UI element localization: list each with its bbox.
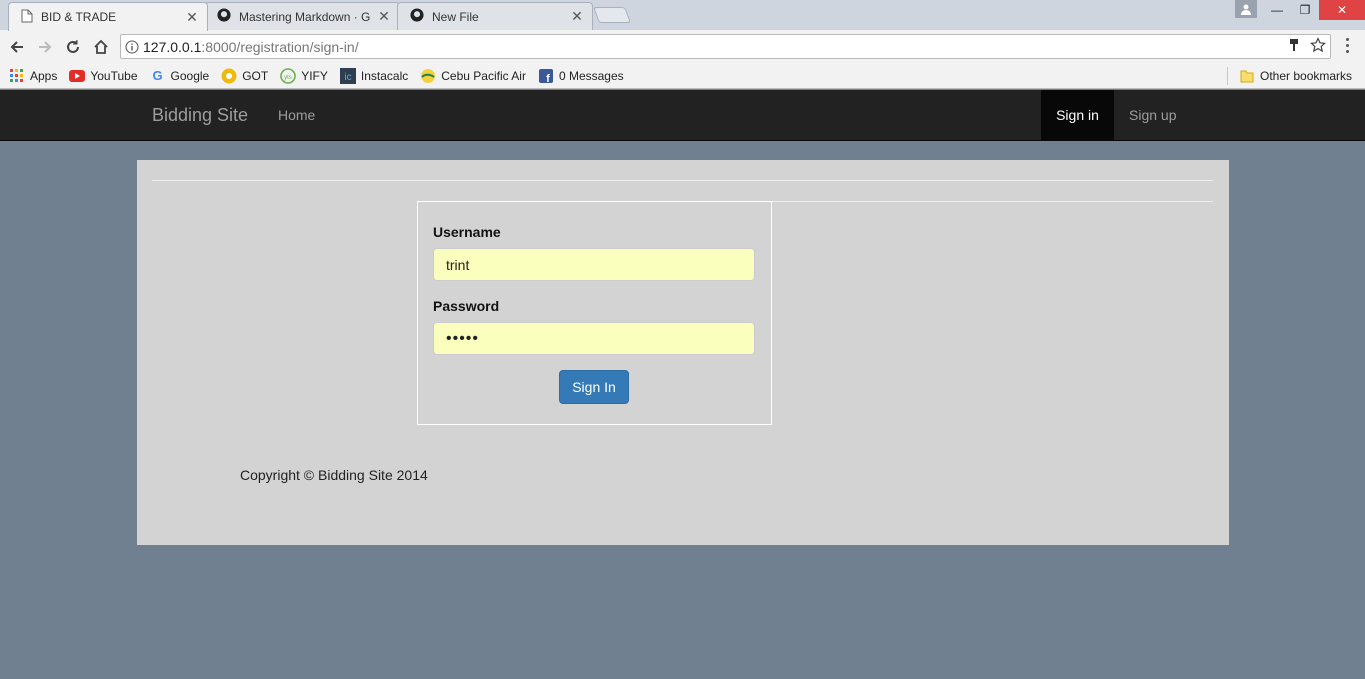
restore-icon[interactable]: ❐	[1291, 0, 1319, 20]
browser-tab-strip: BID & TRADE ✕ Mastering Markdown · G ✕ N…	[0, 0, 1365, 31]
svg-text:yts: yts	[284, 75, 292, 81]
tab-title: BID & TRADE	[41, 10, 117, 24]
star-bookmark-icon[interactable]	[1310, 37, 1326, 56]
browser-tab-active[interactable]: BID & TRADE ✕	[8, 2, 208, 31]
bookmark-facebook[interactable]: f 0 Messages	[538, 68, 624, 84]
profile-icon[interactable]	[1235, 0, 1257, 18]
tab-title: New File	[432, 9, 479, 24]
svg-text:f: f	[546, 73, 550, 83]
apps-grid-icon	[9, 68, 25, 84]
github-icon	[217, 8, 231, 25]
sign-in-form: Username Password Sign In	[417, 201, 772, 425]
url-text: 127.0.0.1:8000/registration/sign-in/	[143, 38, 359, 55]
close-tab-icon[interactable]: ✕	[377, 8, 391, 25]
bookmark-label: YIFY	[301, 68, 328, 83]
close-window-icon[interactable]: ✕	[1319, 0, 1365, 20]
bookmark-apps[interactable]: Apps	[9, 68, 57, 84]
chrome-menu-icon[interactable]	[1340, 38, 1354, 56]
tab-title: Mastering Markdown · G	[239, 9, 371, 24]
nav-home-link[interactable]: Home	[278, 107, 315, 123]
bookmark-label: YouTube	[90, 68, 138, 83]
browser-tab[interactable]: Mastering Markdown · G ✕	[204, 2, 400, 30]
close-tab-icon[interactable]: ✕	[570, 8, 584, 25]
page-icon	[21, 9, 33, 26]
bookmark-label: Cebu Pacific Air	[441, 68, 526, 83]
close-tab-icon[interactable]: ✕	[185, 9, 199, 26]
nav-sign-up-link[interactable]: Sign up	[1129, 107, 1176, 123]
reload-icon[interactable]	[62, 36, 84, 58]
cebu-pacific-icon	[420, 68, 436, 84]
bookmark-label: Instacalc	[360, 68, 409, 83]
minimize-icon[interactable]: —	[1263, 0, 1291, 20]
got-icon	[221, 68, 237, 84]
bookmarks-bar: Apps YouTube G Google GOT yts YIFY ic In…	[0, 63, 1365, 89]
bookmark-youtube[interactable]: YouTube	[69, 68, 138, 84]
bookmark-cebu-pacific[interactable]: Cebu Pacific Air	[420, 68, 526, 84]
bookmark-label: 0 Messages	[558, 68, 624, 83]
youtube-icon	[69, 68, 86, 84]
divider	[771, 201, 1213, 202]
svg-text:ic: ic	[344, 72, 351, 83]
site-navbar: Bidding Site Home Sign in Sign up	[0, 90, 1365, 141]
back-arrow-icon[interactable]	[6, 36, 28, 58]
bookmark-label: Apps	[30, 68, 58, 83]
window-controls: — ❐ ✕	[1263, 0, 1365, 20]
password-field[interactable]	[433, 322, 755, 355]
password-label: Password	[433, 298, 500, 314]
bookmark-yify[interactable]: yts YIFY	[280, 67, 328, 84]
username-field[interactable]	[433, 248, 755, 281]
divider	[152, 180, 1213, 181]
google-icon: G	[152, 68, 163, 83]
key-icon[interactable]	[1288, 37, 1300, 56]
username-label: Username	[433, 224, 501, 240]
bookmark-label: GOT	[242, 68, 269, 83]
folder-icon	[1239, 68, 1255, 84]
address-bar[interactable]: 127.0.0.1:8000/registration/sign-in/	[120, 34, 1331, 59]
yify-icon: yts	[280, 67, 297, 84]
home-icon[interactable]	[90, 36, 112, 58]
browser-tab[interactable]: New File ✕	[397, 2, 593, 30]
github-icon	[410, 8, 424, 25]
content-panel: Username Password Sign In Copyright © Bi…	[137, 160, 1229, 545]
bookmark-label: Other bookmarks	[1260, 69, 1353, 83]
bookmark-label: Google	[170, 68, 210, 83]
bookmark-google[interactable]: G Google	[150, 68, 210, 84]
instacalc-icon: ic	[339, 67, 356, 84]
bookmarks-divider	[1227, 67, 1228, 85]
bookmark-got[interactable]: GOT	[221, 68, 268, 84]
bookmark-instacalc[interactable]: ic Instacalc	[339, 67, 409, 84]
brand-link[interactable]: Bidding Site	[152, 105, 248, 126]
other-bookmarks[interactable]: Other bookmarks	[1239, 68, 1352, 84]
facebook-icon: f	[538, 68, 554, 84]
new-tab-button[interactable]	[593, 7, 631, 23]
forward-arrow-icon[interactable]	[34, 36, 56, 58]
sign-in-button[interactable]: Sign In	[559, 370, 629, 404]
copyright-text: Copyright © Bidding Site 2014	[240, 467, 428, 483]
browser-toolbar: 127.0.0.1:8000/registration/sign-in/	[0, 30, 1365, 63]
nav-sign-in-link[interactable]: Sign in	[1041, 90, 1114, 140]
info-icon[interactable]	[121, 36, 143, 58]
